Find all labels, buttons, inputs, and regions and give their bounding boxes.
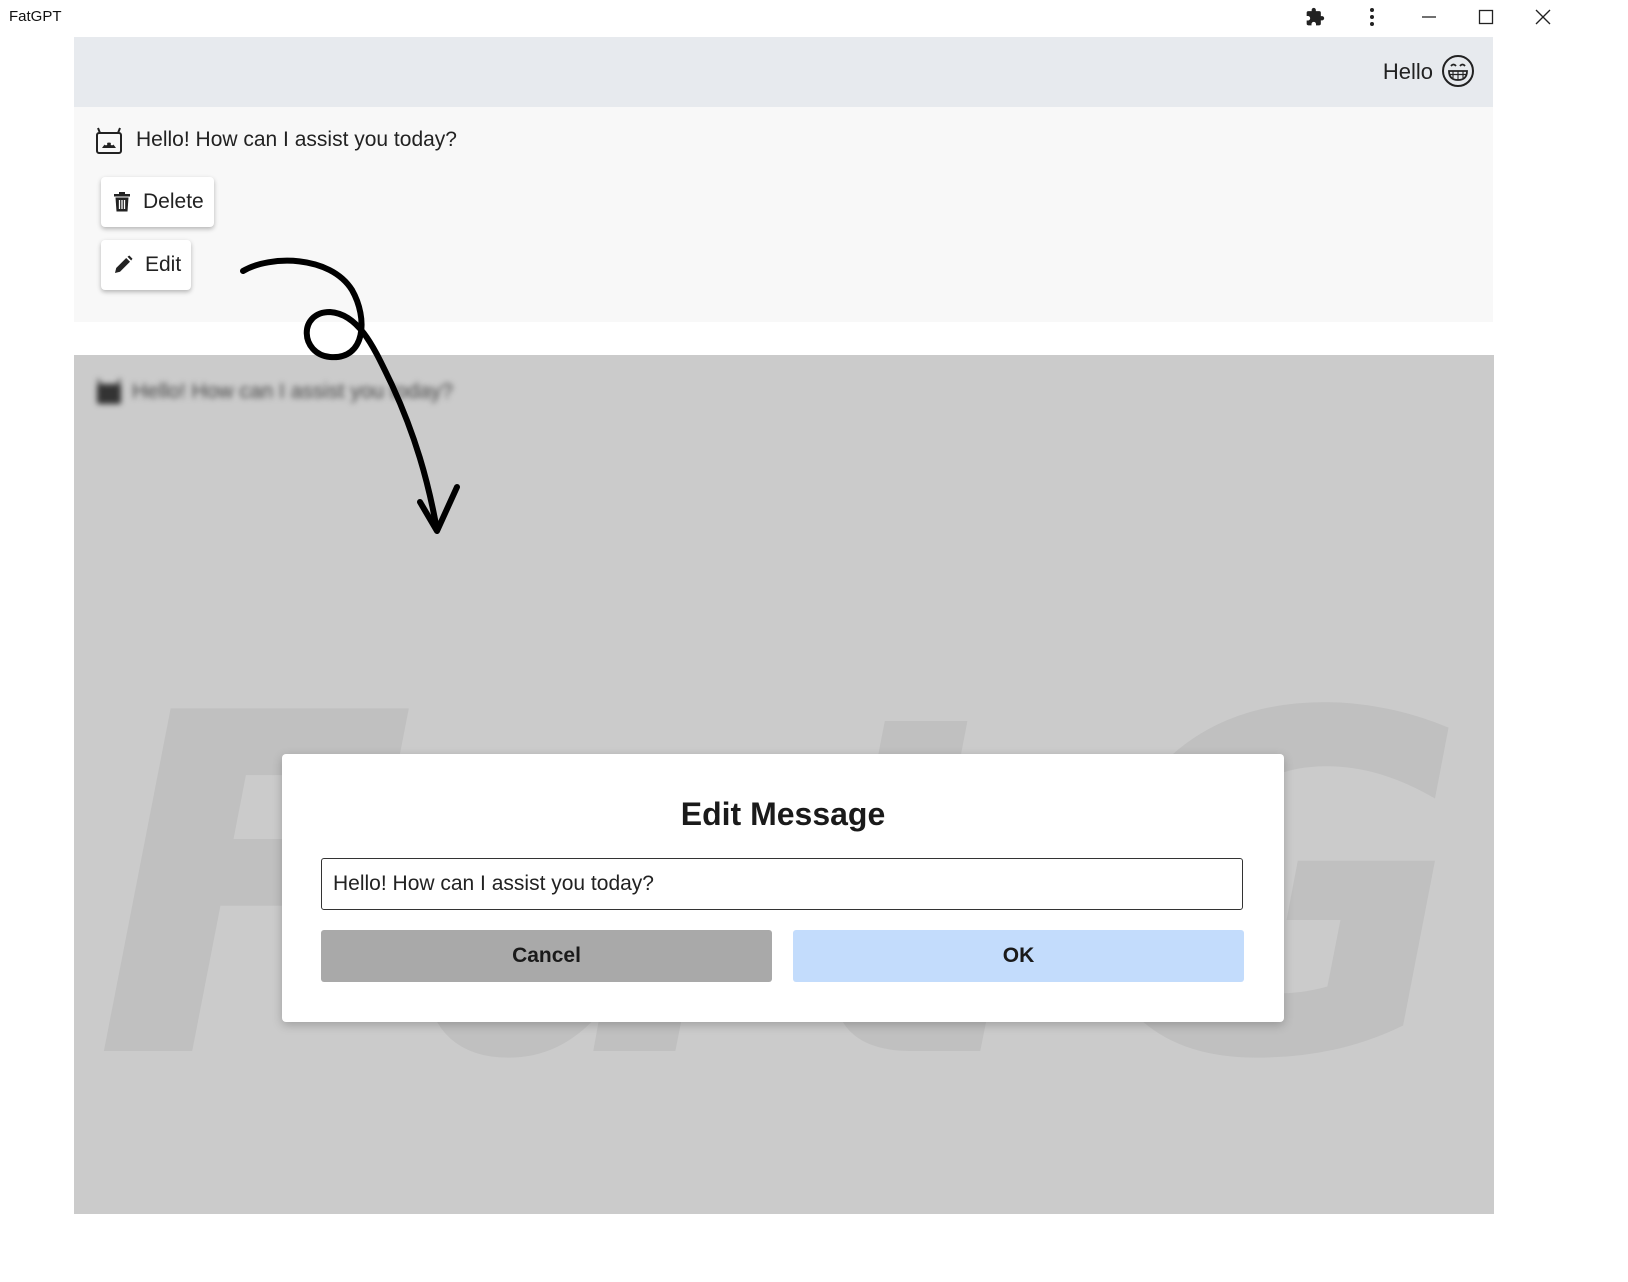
puzzle-icon[interactable]	[1295, 0, 1335, 34]
grinning-face-icon[interactable]	[1441, 54, 1475, 88]
robot-icon	[97, 378, 121, 404]
ok-button[interactable]: OK	[793, 930, 1244, 982]
trash-icon	[114, 192, 130, 212]
chat-panel: Hello! How can I assist you today? Delet…	[74, 107, 1493, 322]
app-header: Hello	[74, 37, 1493, 107]
pencil-icon	[115, 255, 133, 273]
maximize-icon[interactable]	[1466, 0, 1506, 34]
dialog-title: Edit Message	[680, 796, 886, 832]
edit-message-dialog: Edit Message Cancel OK	[282, 754, 1284, 1022]
kebab-menu-icon[interactable]	[1352, 0, 1392, 34]
message-edit-input[interactable]	[321, 858, 1243, 910]
minimize-icon[interactable]	[1409, 0, 1449, 34]
edit-label: Edit	[145, 253, 182, 276]
message-text: Hello! How can I assist you today?	[136, 128, 457, 151]
blurred-message-text: Hello! How can I assist you today?	[132, 380, 453, 403]
delete-label: Delete	[143, 190, 204, 213]
cancel-button[interactable]: Cancel	[321, 930, 772, 982]
header-greeting: Hello	[1382, 59, 1433, 84]
robot-icon	[94, 126, 124, 161]
edit-button[interactable]: Edit	[101, 240, 192, 290]
delete-button[interactable]: Delete	[101, 177, 214, 227]
blurred-message: Hello! How can I assist you today?	[94, 377, 453, 407]
window-title: FatGPT	[9, 8, 62, 25]
close-icon[interactable]	[1523, 0, 1563, 34]
